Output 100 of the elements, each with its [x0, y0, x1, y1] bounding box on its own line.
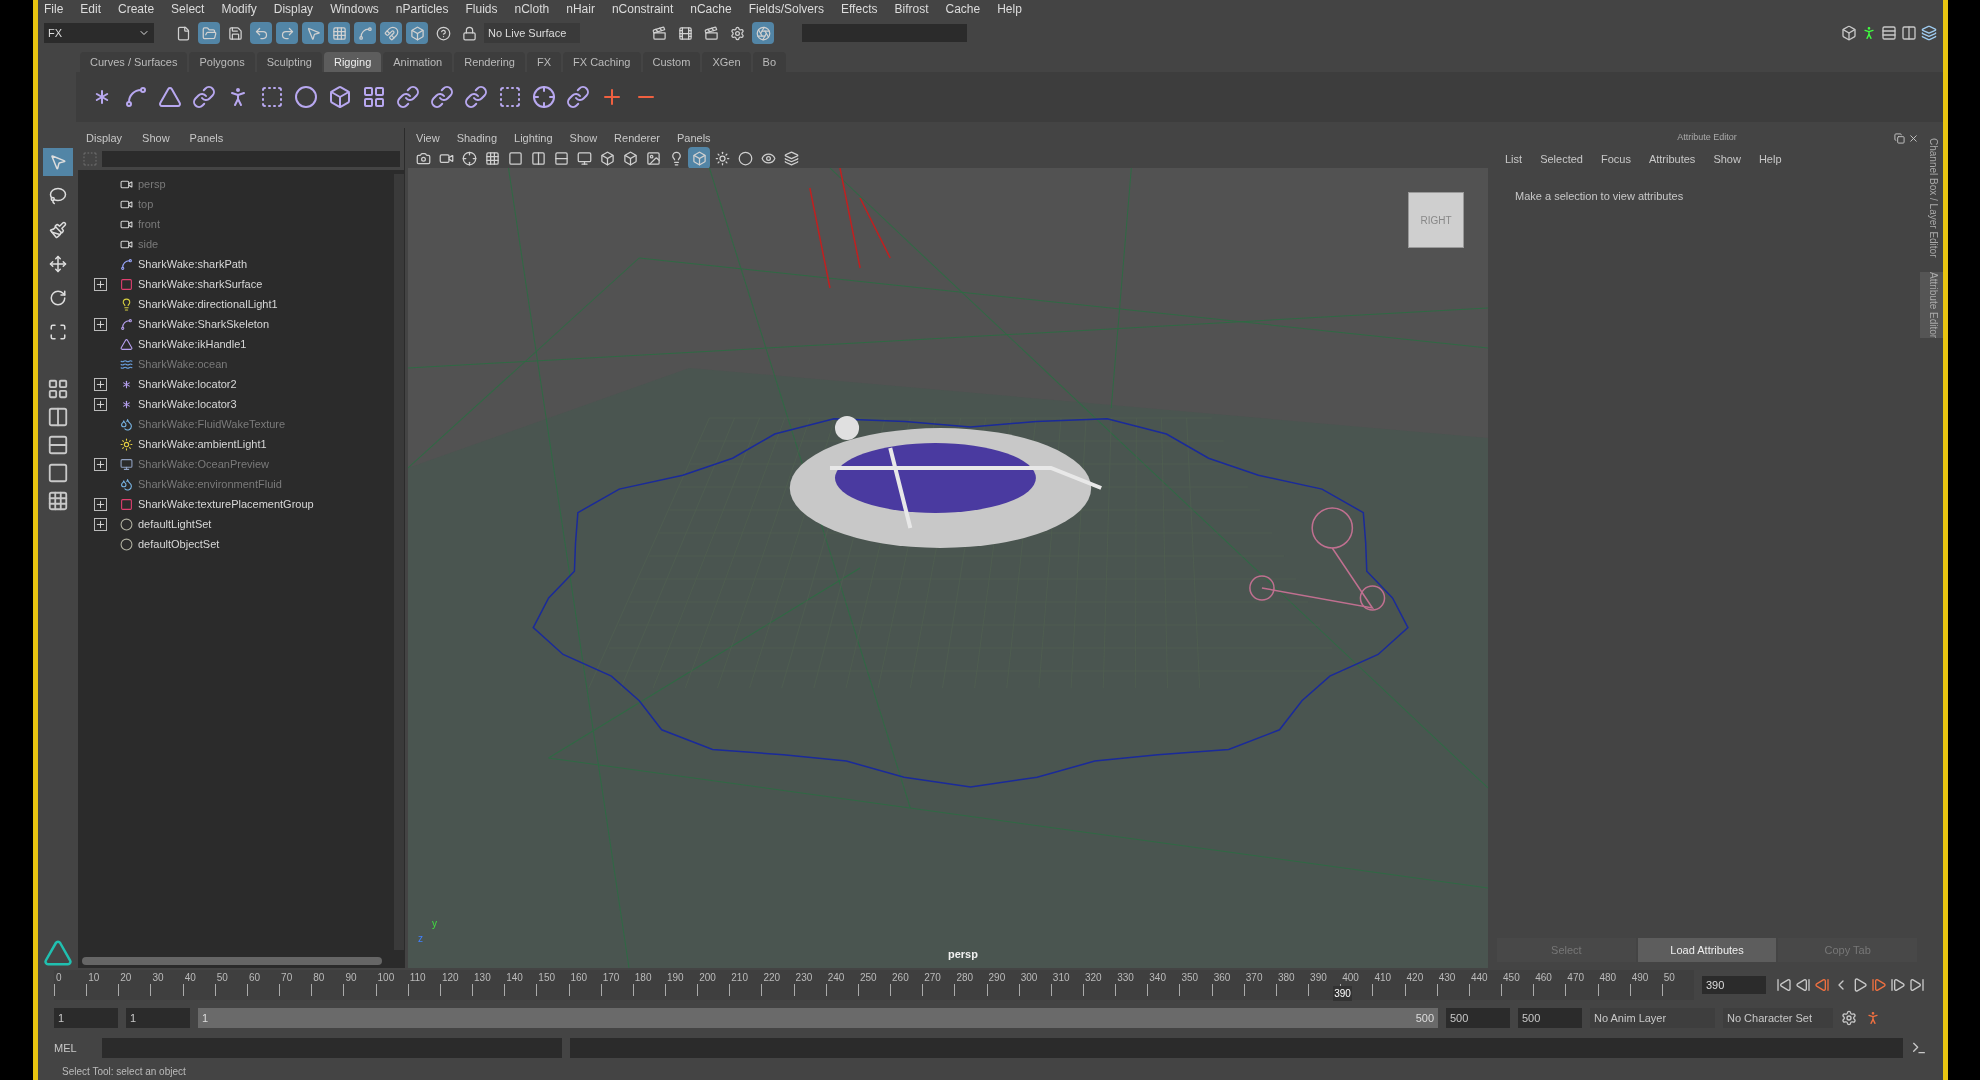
step-back-icon[interactable] — [1795, 977, 1811, 993]
shelf-tab[interactable]: Curves / Surfaces — [80, 52, 188, 72]
viewport-menu-item[interactable]: View — [416, 129, 440, 147]
menu-item[interactable]: File — [44, 0, 64, 18]
outliner-item[interactable]: SharkWake:SharkSkeleton — [138, 315, 270, 333]
last-frame-icon[interactable] — [1909, 977, 1925, 993]
expand-icon[interactable] — [94, 497, 107, 511]
outliner-item[interactable]: SharkWake:FluidWakeTexture — [138, 415, 286, 433]
outliner-menu-item[interactable]: Show — [142, 129, 170, 147]
expand-icon[interactable] — [94, 397, 107, 411]
list-icon[interactable] — [1881, 25, 1897, 41]
shelf-tab[interactable]: Polygons — [189, 52, 255, 72]
dashed-square-icon[interactable] — [260, 85, 284, 109]
shelf-tab[interactable]: Sculpting — [256, 52, 322, 72]
menu-item[interactable]: Display — [273, 0, 314, 18]
outliner-item[interactable]: SharkWake:texturePlacementGroup — [138, 495, 314, 513]
outliner-menu-item[interactable]: Display — [86, 129, 123, 147]
outliner-item[interactable]: front — [138, 215, 160, 233]
shelf-tab[interactable]: FX Caching — [563, 52, 641, 72]
script-editor-icon[interactable] — [1911, 1040, 1927, 1056]
layout-icon[interactable] — [47, 378, 69, 400]
triangle-icon[interactable] — [158, 85, 182, 109]
previous-key-icon[interactable] — [1814, 977, 1830, 993]
outliner-item[interactable]: SharkWake:ikHandle1 — [138, 335, 247, 353]
expand-icon[interactable] — [94, 277, 107, 291]
attribute-menu-item[interactable]: Focus — [1600, 150, 1631, 168]
outliner-item[interactable]: SharkWake:sharkPath — [138, 255, 248, 273]
link-icon[interactable] — [430, 85, 454, 109]
joint-icon[interactable] — [124, 85, 148, 109]
select-tool[interactable] — [43, 148, 73, 176]
menu-item[interactable]: Edit — [80, 0, 102, 18]
outliner-item[interactable]: defaultLightSet — [138, 515, 212, 533]
current-frame-marker[interactable]: 390 — [1333, 986, 1352, 1001]
menu-item[interactable]: nParticles — [395, 0, 449, 18]
magnet-icon[interactable] — [380, 22, 402, 44]
outliner-item[interactable]: SharkWake:sharkSurface — [138, 275, 263, 293]
shelf-tab[interactable]: XGen — [702, 52, 751, 72]
cube-icon[interactable] — [688, 147, 710, 169]
outliner-item[interactable]: top — [138, 195, 154, 213]
menu-item[interactable]: Fluids — [465, 0, 498, 18]
anim-layer-dropdown[interactable]: No Anim Layer — [1590, 1008, 1715, 1028]
step-forward-icon[interactable] — [1890, 977, 1906, 993]
box-icon[interactable] — [1841, 25, 1857, 41]
viewport-menu-item[interactable]: Panels — [676, 129, 711, 147]
layout-icon[interactable] — [47, 462, 69, 484]
expand-icon[interactable] — [94, 317, 107, 331]
expand-icon[interactable] — [94, 377, 107, 391]
first-frame-icon[interactable] — [1776, 977, 1792, 993]
side-tab[interactable]: Channel Box / Layer Editor — [1925, 138, 1941, 258]
command-language-label[interactable]: MEL — [54, 1039, 94, 1057]
scrollbar[interactable] — [394, 174, 404, 950]
outliner-item[interactable]: SharkWake:ambientLight1 — [138, 435, 267, 453]
curve-snap-icon[interactable] — [354, 22, 376, 44]
outliner-item[interactable]: side — [138, 235, 159, 253]
outliner-item[interactable]: defaultObjectSet — [138, 535, 220, 553]
link-icon[interactable] — [192, 85, 216, 109]
attribute-menu-item[interactable]: Show — [1713, 150, 1741, 168]
menu-item[interactable]: Create — [118, 0, 155, 18]
next-key-icon[interactable] — [1871, 977, 1887, 993]
menu-item[interactable]: Windows — [330, 0, 379, 18]
menu-item[interactable]: Modify — [221, 0, 257, 18]
float-icon[interactable] — [1894, 132, 1905, 144]
outliner-item[interactable]: SharkWake:locator2 — [138, 375, 237, 393]
pointer-icon[interactable] — [302, 22, 324, 44]
menu-item[interactable]: Bifrost — [894, 0, 929, 18]
figure-icon[interactable] — [1861, 25, 1877, 41]
cage-icon[interactable] — [328, 85, 352, 109]
outliner-item[interactable]: SharkWake:environmentFluid — [138, 475, 282, 493]
logo-icon[interactable] — [43, 938, 73, 968]
character-set-dropdown[interactable]: No Character Set — [1723, 1008, 1833, 1028]
lattice-icon[interactable] — [362, 85, 386, 109]
playback-end-field[interactable]: 500 — [1446, 1008, 1510, 1028]
attribute-menu-item[interactable]: Attributes — [1648, 150, 1696, 168]
current-frame-field[interactable]: 390 — [1702, 976, 1766, 994]
viewport-menu-item[interactable]: Shading — [456, 129, 498, 147]
menu-item[interactable]: nCache — [690, 0, 732, 18]
shelf-tab[interactable]: Bo — [752, 52, 786, 72]
input-field[interactable] — [802, 24, 967, 42]
command-input-field[interactable] — [102, 1038, 562, 1058]
expand-icon[interactable] — [94, 517, 107, 531]
link-icon[interactable] — [566, 85, 590, 109]
outliner-item[interactable]: SharkWake:OceanPreview — [138, 455, 270, 473]
outliner-item[interactable]: persp — [138, 175, 166, 193]
link-icon[interactable] — [396, 85, 420, 109]
close-icon[interactable] — [1908, 132, 1919, 144]
preferences-icon[interactable] — [1841, 1010, 1857, 1026]
dashed-square-icon[interactable] — [498, 85, 522, 109]
attribute-menu-item[interactable]: List — [1505, 150, 1523, 168]
shelf-tab[interactable]: Rendering — [454, 52, 525, 72]
layout-icon[interactable] — [47, 406, 69, 428]
box-icon[interactable] — [406, 22, 428, 44]
aperture-icon[interactable] — [752, 22, 774, 44]
time-slider[interactable]: 0 10 20 30 40 50 60 70 80 90 100 110 120 130 140 150 160 170 180 190 200 210 220 230 240 250 260 270 280 290 300 310 320 330 340 350 360 370 380 390 400 410 420 430 440 450 460 470 480 490 50 390 — [54, 970, 1694, 1000]
playback-start-field[interactable]: 1 — [126, 1008, 190, 1028]
undo-icon[interactable] — [250, 22, 272, 44]
shelf-tab[interactable]: Animation — [383, 52, 453, 72]
running-figure-icon[interactable] — [1865, 1010, 1881, 1026]
menu-item[interactable]: Help — [997, 0, 1022, 18]
live-surface-field[interactable]: No Live Surface — [484, 23, 580, 43]
start-field[interactable]: 1 — [54, 1008, 118, 1028]
